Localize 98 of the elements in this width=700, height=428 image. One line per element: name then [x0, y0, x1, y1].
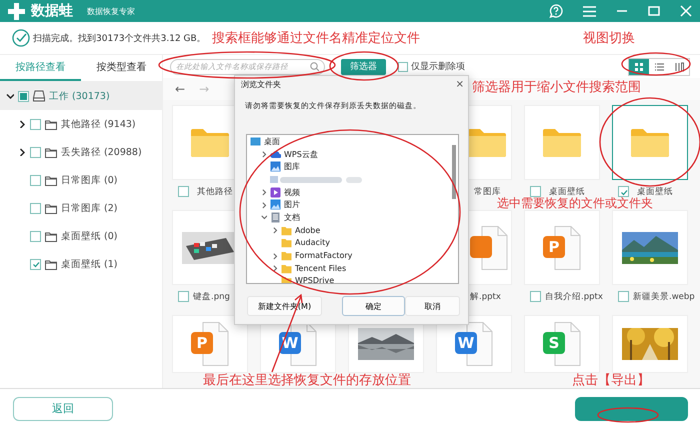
folder-icon [189, 126, 231, 158]
close-icon[interactable] [680, 5, 692, 17]
file-name: 新疆美景.webp [633, 291, 695, 303]
annotation-text: 搜索框能够通过文件名精准定位文件 [212, 31, 420, 46]
checkbox[interactable] [30, 202, 41, 214]
folder-item[interactable]: WPS云盘 [284, 148, 318, 160]
app-logo: 数据蛙 [31, 2, 73, 20]
close-button[interactable]: × [456, 78, 464, 90]
folder-item[interactable]: FormatFactory [295, 251, 352, 260]
folder-item[interactable]: Tencent Files [295, 264, 346, 273]
logo-icon [8, 2, 25, 20]
checkbox[interactable] [618, 291, 629, 302]
checkbox[interactable] [178, 291, 189, 302]
checkbox[interactable] [18, 90, 29, 102]
tree-label[interactable]: 桌面壁纸 (1) [61, 258, 118, 270]
gallery-icon [270, 161, 281, 172]
view-toggle-button[interactable] [629, 58, 649, 74]
folder-icon [45, 230, 57, 242]
drive-icon [33, 90, 45, 102]
help-icon[interactable] [549, 4, 563, 18]
file-name: 常图库 [474, 186, 501, 197]
dialog-title: 浏览文件夹 [241, 78, 282, 90]
checkbox[interactable] [30, 230, 41, 242]
folder-icon [281, 224, 292, 236]
folder-item[interactable]: 视频 [284, 186, 300, 198]
file-card[interactable] [612, 105, 688, 180]
folder-icon [466, 126, 508, 158]
checkbox[interactable] [30, 118, 41, 130]
grid-view-icon [634, 62, 644, 72]
checkbox[interactable] [30, 258, 41, 270]
desktop-icon [250, 136, 261, 147]
tree-label[interactable]: 日常图库 (2) [61, 202, 118, 214]
folder-icon [541, 126, 583, 158]
column-view-icon [674, 62, 684, 72]
annotation-text: 选中需要恢复的文件或文件夹 [497, 198, 653, 209]
file-name: 其他路径 [197, 186, 233, 198]
tree-label[interactable]: 丢失路径 (20988) [61, 146, 142, 158]
folder-icon [629, 126, 671, 158]
back-button[interactable]: ← [175, 82, 186, 96]
chevron-right-icon[interactable] [18, 148, 26, 156]
folder-item[interactable]: 图片 [284, 199, 300, 210]
annotation-text: 最后在这里选择恢复文件的存放位置 [203, 373, 411, 388]
file-name: 桌面壁纸 [549, 186, 585, 197]
checkbox[interactable] [530, 291, 541, 302]
video-icon [270, 186, 281, 198]
folder-item[interactable]: 文档 [284, 212, 300, 223]
tree-label[interactable]: 日常图库 (0) [61, 174, 118, 186]
folder-icon [281, 250, 292, 262]
export-button[interactable] [575, 396, 688, 420]
file-name: 桌面壁纸 [637, 186, 673, 197]
tree-label[interactable]: 桌面壁纸 (0) [61, 230, 118, 242]
folder-item[interactable]: 桌面 [264, 136, 280, 147]
file-name: 解.pptx [470, 291, 501, 303]
folder-icon [45, 258, 57, 270]
annotation-text: 视图切换 [583, 31, 635, 46]
highlight-ellipse [621, 52, 691, 76]
tree-label[interactable]: 工作 (30173) [49, 90, 110, 102]
checkbox[interactable] [618, 186, 629, 197]
annotation-text: 筛选器用于缩小文件搜索范围 [472, 80, 641, 95]
scan-status: 扫描完成。找到30173个文件共3.12 GB。 [33, 32, 206, 44]
annotation-text: 点击【导出】 [572, 373, 650, 388]
app-subtitle: 数据恢复专家 [87, 6, 135, 16]
file-name: 键盘.png [193, 291, 230, 303]
document-icon [270, 212, 281, 223]
filter-button[interactable]: 筛选器 [341, 58, 386, 74]
checkbox[interactable] [530, 186, 541, 197]
dialog-button[interactable]: 取消 [405, 296, 460, 316]
highlight-ellipse [597, 407, 659, 423]
file-name: 自我介绍.pptx [545, 291, 603, 303]
search-icon [310, 62, 319, 71]
folder-icon [45, 118, 57, 130]
folder-icon [45, 174, 57, 186]
folder-icon [45, 202, 57, 214]
tree-label[interactable]: 其他路径 (9143) [61, 118, 136, 130]
file-card[interactable]: W [436, 315, 512, 373]
scrollbar-thumb[interactable] [452, 145, 456, 199]
checkbox[interactable] [178, 186, 189, 197]
chevron-right-icon[interactable] [18, 120, 26, 128]
folder-icon [45, 146, 57, 158]
list-view-icon [654, 62, 664, 72]
maximize-icon[interactable] [648, 5, 660, 17]
folder-icon [281, 237, 292, 248]
checkbox[interactable] [30, 174, 41, 186]
chevron-down-icon[interactable] [6, 92, 14, 100]
checkbox[interactable] [398, 62, 408, 72]
checkbox[interactable] [30, 146, 41, 158]
dialog-button[interactable]: 确定 [342, 296, 405, 316]
folder-item[interactable]: 图库 [284, 161, 300, 172]
check-circle-icon [12, 29, 30, 47]
cloud-icon [270, 148, 281, 160]
back-button[interactable]: 返回 [13, 396, 113, 420]
picture-icon [270, 199, 281, 210]
folder-item[interactable]: Audacity [295, 238, 330, 248]
menu-icon[interactable] [583, 4, 596, 18]
checkbox-label: 仅显示删除项 [411, 60, 465, 73]
tree-row-highlight[interactable]: 工作 (30173) [0, 82, 162, 110]
folder-item[interactable]: Adobe [295, 226, 320, 235]
view-tab[interactable]: 按类型查看 [81, 55, 162, 81]
